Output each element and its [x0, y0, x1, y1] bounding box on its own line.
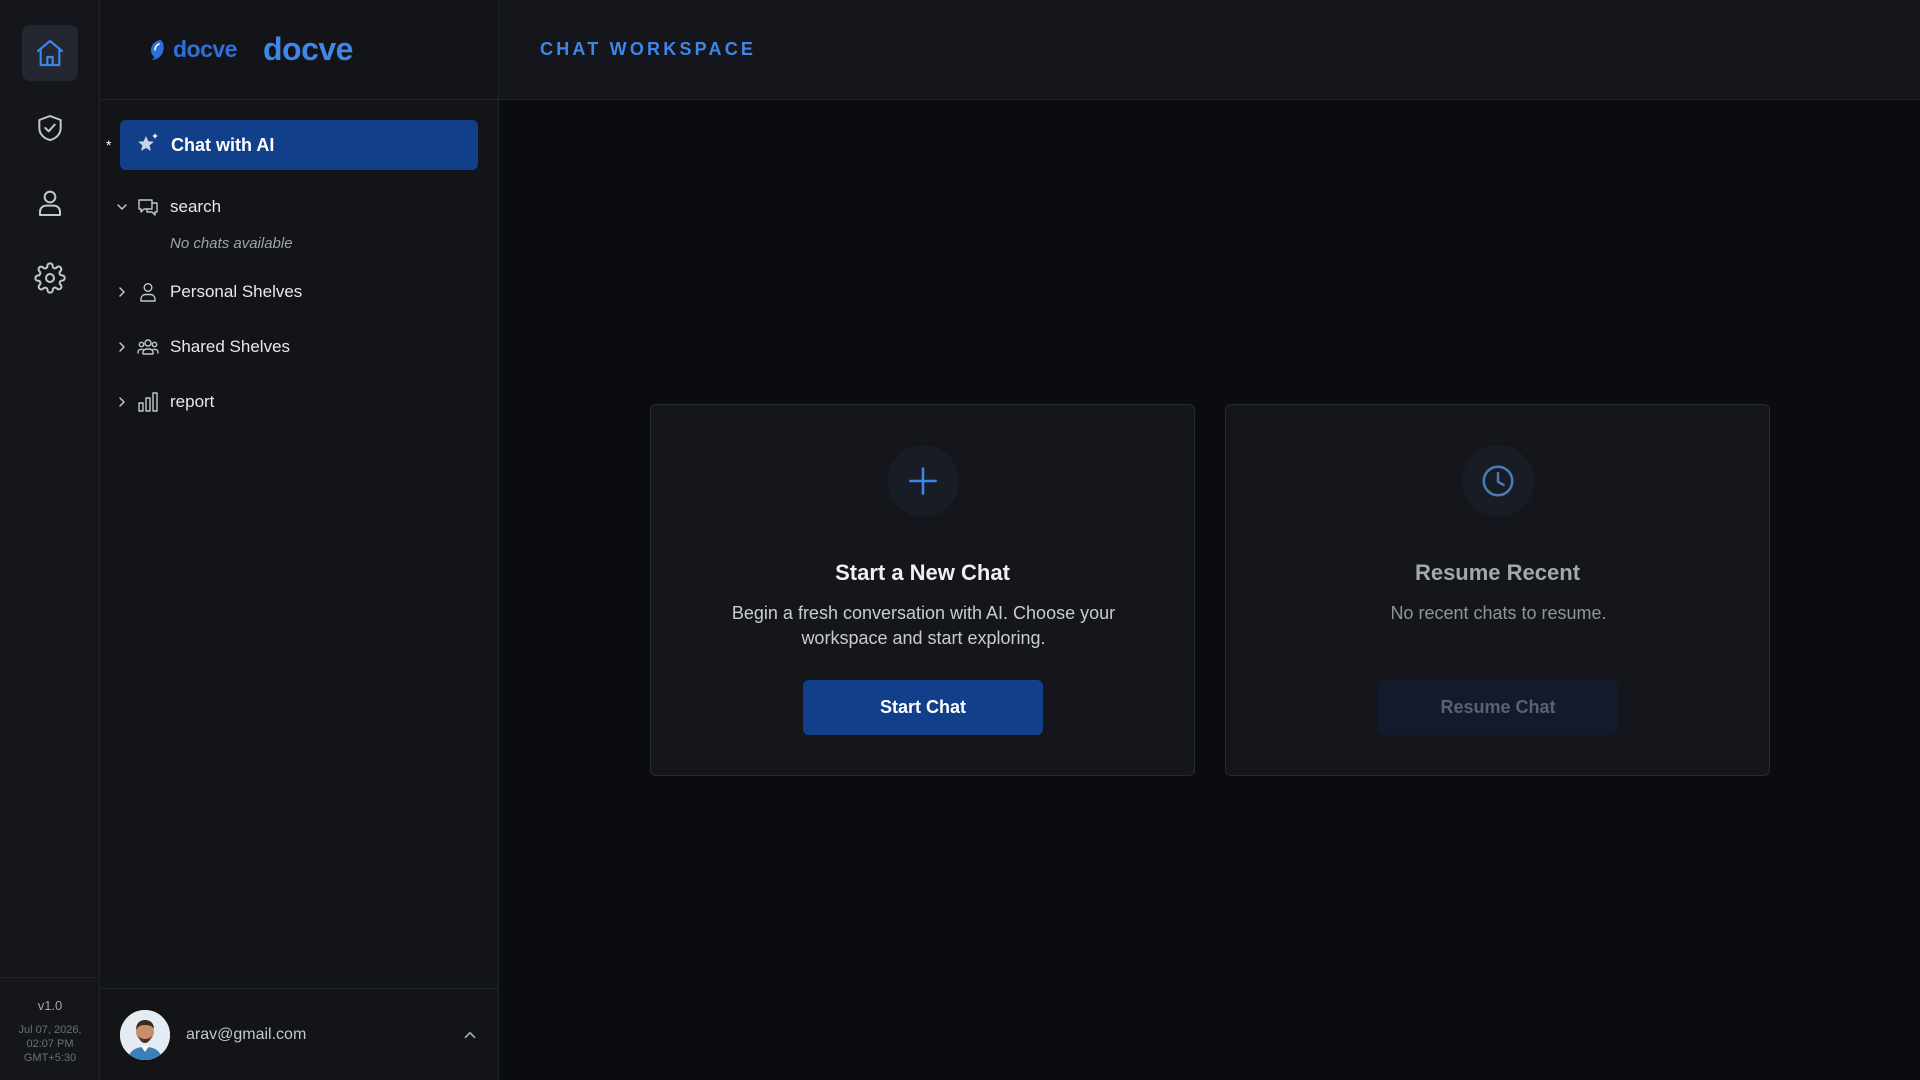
- home-icon: [36, 39, 64, 67]
- sparkle-star-icon: [138, 133, 158, 151]
- chevron-up-icon[interactable]: [461, 1026, 479, 1044]
- sidebar-item-report[interactable]: report: [114, 387, 214, 417]
- resume-recent-description: No recent chats to resume.: [1390, 603, 1607, 623]
- brand-name: docve: [262, 31, 353, 67]
- new-chat-title: Start a New Chat: [835, 560, 1010, 585]
- datetime-line: 02:07 PM: [26, 1038, 74, 1050]
- clock-icon: [1482, 465, 1514, 497]
- start-chat-button[interactable]: Start Chat: [803, 680, 1043, 735]
- new-chat-icon-badge: [887, 445, 959, 517]
- user-icon: [140, 283, 156, 302]
- user-icon: [39, 190, 61, 216]
- sidebar-item-label: Personal Shelves: [170, 282, 303, 301]
- chevron-right-icon[interactable]: [114, 284, 130, 300]
- sidebar-item-label: Shared Shelves: [170, 337, 291, 356]
- current-datetime: Jul 07, 2026, 02:07 PM GMT+5:30: [0, 1023, 100, 1065]
- rail-home-button[interactable]: [22, 25, 78, 81]
- rail-footer: v1.0 Jul 07, 2026, 02:07 PM GMT+5:30: [0, 977, 100, 1080]
- user-email: arav@gmail.com: [186, 1025, 307, 1043]
- resume-recent-title: Resume Recent: [1414, 560, 1581, 585]
- rail-shield-button[interactable]: [22, 100, 78, 156]
- app-version: v1.0: [37, 998, 63, 1013]
- chat-bubbles-icon: [138, 199, 158, 216]
- empty-chats-note: No chats available: [170, 235, 293, 252]
- sidebar-item-label: Chat with AI: [171, 134, 275, 155]
- resume-icon-badge: [1462, 445, 1534, 517]
- sidebar: docve docve * Chat with AI search No cha…: [100, 0, 499, 1080]
- sidebar-item-shared-shelves[interactable]: Shared Shelves: [114, 332, 290, 362]
- rail-settings-button[interactable]: [22, 250, 78, 306]
- docve-logo[interactable]: docve: [146, 36, 237, 63]
- avatar[interactable]: [120, 1009, 170, 1060]
- shield-check-icon: [38, 115, 62, 141]
- sidebar-item-label: report: [170, 392, 215, 411]
- bar-chart-icon: [138, 392, 158, 412]
- page-title: CHAT WORKSPACE: [540, 39, 757, 59]
- chevron-right-icon[interactable]: [114, 339, 130, 355]
- new-chat-card: Start a New Chat Begin a fresh conversat…: [650, 404, 1195, 776]
- sidebar-item-label: search: [170, 197, 222, 216]
- sidebar-item-personal-shelves[interactable]: Personal Shelves: [114, 277, 302, 307]
- sidebar-item-chat-with-ai[interactable]: Chat with AI: [120, 120, 478, 170]
- users-group-icon: [137, 339, 159, 355]
- main-header: CHAT WORKSPACE: [499, 0, 1920, 100]
- avatar-image: [120, 1009, 170, 1060]
- brand-header: docve docve: [100, 0, 498, 100]
- datetime-line: GMT+5:30: [23, 1052, 77, 1064]
- new-chat-description: Begin a fresh conversation with AI. Choo…: [731, 603, 1116, 648]
- rail-profile-button[interactable]: [22, 175, 78, 231]
- chevron-down-icon[interactable]: [114, 199, 130, 215]
- logo-text: docve: [173, 36, 237, 62]
- plus-icon: [909, 467, 937, 495]
- resume-recent-card: Resume Recent No recent chats to resume.…: [1225, 404, 1770, 776]
- datetime-line: Jul 07, 2026,: [18, 1024, 82, 1036]
- gear-icon: [34, 262, 66, 294]
- active-marker: *: [106, 137, 112, 153]
- sidebar-item-search[interactable]: search: [114, 192, 221, 222]
- resume-chat-button[interactable]: Resume Chat: [1378, 680, 1618, 735]
- app-root: v1.0 Jul 07, 2026, 02:07 PM GMT+5:30 doc…: [0, 0, 1920, 1080]
- user-menu[interactable]: arav@gmail.com: [100, 988, 499, 1080]
- icon-rail: v1.0 Jul 07, 2026, 02:07 PM GMT+5:30: [0, 0, 100, 1080]
- logo-mark-icon: [151, 39, 164, 60]
- chevron-right-icon[interactable]: [114, 394, 130, 410]
